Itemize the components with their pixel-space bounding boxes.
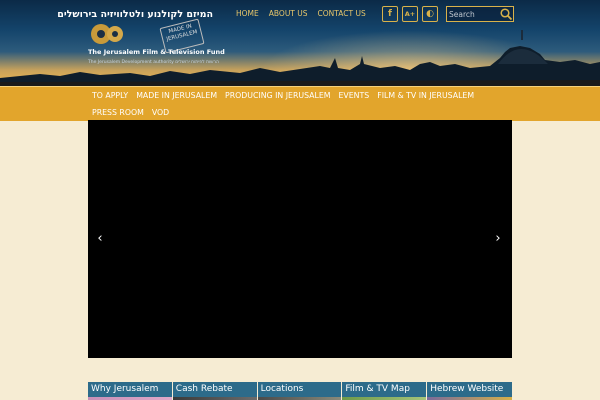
tab-label: Locations xyxy=(260,384,304,394)
main-nav-to-apply[interactable]: TO APPLY xyxy=(88,87,132,104)
main-nav-events[interactable]: EVENTS xyxy=(335,87,374,104)
logo-subtitle: The Jerusalem Development authority הרשו… xyxy=(88,60,219,65)
social-icons: f A+ ◐ xyxy=(382,6,438,22)
tab-cash-rebate[interactable]: Cash Rebate xyxy=(172,382,257,400)
top-nav-about-us[interactable]: ABOUT US xyxy=(269,9,308,18)
feature-tabs: Why Jerusalem Cash Rebate Locations Film… xyxy=(88,382,512,400)
main-nav-press-room[interactable]: PRESS ROOM xyxy=(88,104,148,121)
main-nav-vod[interactable]: VOD xyxy=(148,104,173,121)
hero-slider: ‹ › xyxy=(88,120,512,358)
facebook-icon[interactable]: f xyxy=(382,6,398,22)
tab-label: Hebrew Website xyxy=(430,384,504,394)
logo-english-name: The Jerusalem Film & Television Fund xyxy=(88,48,225,56)
film-reel-icon xyxy=(91,24,123,44)
tab-label: Cash Rebate xyxy=(175,384,233,394)
top-nav: HOME ABOUT US CONTACT US xyxy=(236,9,366,18)
tab-label: Film & TV Map xyxy=(345,384,410,394)
site-logo[interactable]: המיזם לקולנוע ולטלוויזיה בירושלים MADE I… xyxy=(57,9,225,67)
top-nav-contact-us[interactable]: CONTACT US xyxy=(318,9,366,18)
slider-next-arrow-icon[interactable]: › xyxy=(492,232,504,246)
main-nav-made-in-jerusalem[interactable]: MADE IN JERUSALEM xyxy=(132,87,221,104)
font-size-icon[interactable]: A+ xyxy=(402,6,418,22)
tab-locations[interactable]: Locations xyxy=(257,382,342,400)
contrast-icon[interactable]: ◐ xyxy=(422,6,438,22)
tab-film-tv-map[interactable]: Film & TV Map xyxy=(342,382,427,400)
site-header: המיזם לקולנוע ולטלוויזיה בירושלים MADE I… xyxy=(0,0,600,86)
main-nav-film-tv-in-jerusalem[interactable]: FILM & TV IN JERUSALEM xyxy=(373,87,478,104)
tab-hebrew-website[interactable]: Hebrew Website xyxy=(427,382,512,400)
logo-hebrew-name: המיזם לקולנוע ולטלוויזיה בירושלים xyxy=(57,9,213,20)
slider-prev-arrow-icon[interactable]: ‹ xyxy=(94,232,106,246)
tab-label: Why Jerusalem xyxy=(91,384,159,394)
top-nav-home[interactable]: HOME xyxy=(236,9,259,18)
main-nav: TO APPLY MADE IN JERUSALEM PRODUCING IN … xyxy=(0,86,600,121)
main-nav-producing-in-jerusalem[interactable]: PRODUCING IN JERUSALEM xyxy=(221,87,334,104)
search-input[interactable] xyxy=(449,7,495,21)
search-box xyxy=(446,6,514,22)
search-icon[interactable] xyxy=(499,7,513,21)
tab-why-jerusalem[interactable]: Why Jerusalem xyxy=(88,382,172,400)
